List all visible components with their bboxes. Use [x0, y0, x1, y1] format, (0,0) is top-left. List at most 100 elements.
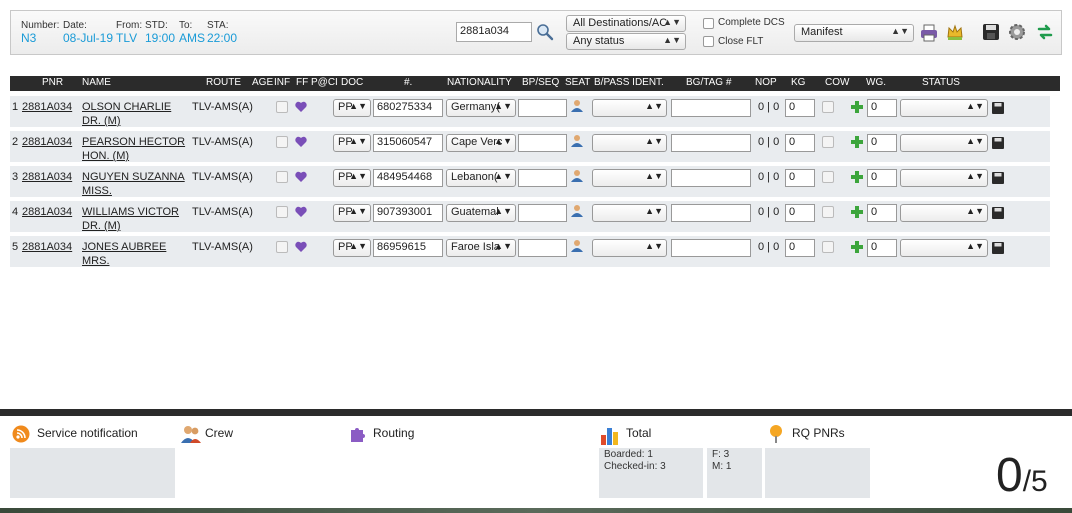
nationality-select[interactable]: Germany(▲▼	[446, 99, 516, 117]
printer-icon[interactable]	[919, 23, 939, 43]
bag-tag-input[interactable]	[671, 239, 751, 257]
bpass-ident-select[interactable]: ▲▼	[592, 204, 667, 222]
cow-checkbox[interactable]	[822, 136, 834, 148]
complete-dcs-checkbox[interactable]	[703, 18, 714, 29]
status-select[interactable]: ▲▼	[900, 239, 988, 257]
kg-input[interactable]: 0	[785, 204, 815, 222]
pnr-link[interactable]: 2881A034	[22, 171, 72, 183]
pnr-link[interactable]: 2881A034	[22, 101, 72, 113]
report-select[interactable]: Manifest ▲▼	[794, 24, 914, 42]
save-icon[interactable]	[991, 206, 1005, 220]
bpass-ident-select[interactable]: ▲▼	[592, 169, 667, 187]
bp-seq-input[interactable]	[518, 134, 567, 152]
gear-icon[interactable]	[1007, 22, 1027, 42]
infant-checkbox[interactable]	[276, 136, 288, 148]
pnr-link[interactable]: 2881A034	[22, 241, 72, 253]
plus-icon[interactable]	[850, 240, 864, 254]
bp-seq-input[interactable]	[518, 239, 567, 257]
pnr-link[interactable]: 2881A034	[22, 136, 72, 148]
destinations-select[interactable]: All Destinations/AC ▲▼	[566, 15, 686, 32]
save-icon[interactable]	[991, 171, 1005, 185]
infant-checkbox[interactable]	[276, 241, 288, 253]
bp-seq-input[interactable]	[518, 99, 567, 117]
heart-icon[interactable]	[294, 240, 308, 254]
passenger-name-link[interactable]: OLSON CHARLIE DR. (M)	[82, 100, 190, 128]
person-icon[interactable]	[570, 99, 584, 113]
nationality-select[interactable]: Faroe Isla ▲▼	[446, 239, 516, 257]
plus-icon[interactable]	[850, 135, 864, 149]
nationality-select[interactable]: Cape Verc ▲▼	[446, 134, 516, 152]
nop-value: 0 | 0	[758, 101, 780, 113]
kg-input[interactable]: 0	[785, 169, 815, 187]
status-select[interactable]: ▲▼	[900, 99, 988, 117]
person-icon[interactable]	[570, 169, 584, 183]
search-icon[interactable]	[536, 23, 554, 41]
doc-type-select[interactable]: PP ▲▼	[333, 204, 371, 222]
doc-number-input[interactable]: 907393001	[373, 204, 443, 222]
doc-number-input[interactable]: 315060547	[373, 134, 443, 152]
plus-icon[interactable]	[850, 170, 864, 184]
person-icon[interactable]	[570, 134, 584, 148]
bpass-ident-select[interactable]: ▲▼	[592, 239, 667, 257]
pnr-link[interactable]: 2881A034	[22, 206, 72, 218]
passenger-name-link[interactable]: JONES AUBREE MRS.	[82, 240, 190, 268]
infant-checkbox[interactable]	[276, 206, 288, 218]
status-select[interactable]: ▲▼	[900, 134, 988, 152]
complete-dcs-label: Complete DCS	[718, 17, 785, 28]
passenger-name-link[interactable]: WILLIAMS VICTOR DR. (M)	[82, 205, 190, 233]
cow-checkbox[interactable]	[822, 241, 834, 253]
close-flt-checkbox[interactable]	[703, 36, 714, 47]
bp-seq-input[interactable]	[518, 169, 567, 187]
save-icon[interactable]	[991, 136, 1005, 150]
save-icon[interactable]	[991, 101, 1005, 115]
bag-tag-input[interactable]	[671, 99, 751, 117]
doc-type-select[interactable]: PP ▲▼	[333, 239, 371, 257]
crown-icon[interactable]	[945, 22, 965, 42]
cow-checkbox[interactable]	[822, 101, 834, 113]
person-icon[interactable]	[570, 239, 584, 253]
save-icon[interactable]	[991, 241, 1005, 255]
passenger-name-link[interactable]: NGUYEN SUZANNA MISS.	[82, 170, 190, 198]
pnr-search-input[interactable]: 2881a034	[456, 22, 532, 42]
doc-type-select[interactable]: PP ▲▼	[333, 134, 371, 152]
crew-title: Crew	[205, 426, 234, 440]
status-select[interactable]: ▲▼	[900, 169, 988, 187]
infant-checkbox[interactable]	[276, 101, 288, 113]
infant-checkbox[interactable]	[276, 171, 288, 183]
bag-tag-input[interactable]	[671, 134, 751, 152]
weight-input[interactable]: 0	[867, 204, 897, 222]
status-filter-select[interactable]: Any status ▲▼	[566, 33, 686, 50]
heart-icon[interactable]	[294, 100, 308, 114]
weight-input[interactable]: 0	[867, 99, 897, 117]
doc-number-input[interactable]: 86959615	[373, 239, 443, 257]
weight-input[interactable]: 0	[867, 134, 897, 152]
kg-input[interactable]: 0	[785, 134, 815, 152]
plus-icon[interactable]	[850, 100, 864, 114]
bpass-ident-select[interactable]: ▲▼	[592, 134, 667, 152]
doc-type-select[interactable]: PP ▲▼	[333, 169, 371, 187]
refresh-icon[interactable]	[1035, 22, 1055, 42]
doc-number-input[interactable]: 680275334	[373, 99, 443, 117]
cow-checkbox[interactable]	[822, 206, 834, 218]
cow-checkbox[interactable]	[822, 171, 834, 183]
doc-type-select[interactable]: PP ▲▼	[333, 99, 371, 117]
heart-icon[interactable]	[294, 135, 308, 149]
person-icon[interactable]	[570, 204, 584, 218]
doc-number-input[interactable]: 484954468	[373, 169, 443, 187]
status-select[interactable]: ▲▼	[900, 204, 988, 222]
bag-tag-input[interactable]	[671, 169, 751, 187]
plus-icon[interactable]	[850, 205, 864, 219]
weight-input[interactable]: 0	[867, 239, 897, 257]
bpass-ident-select[interactable]: ▲▼	[592, 99, 667, 117]
kg-input[interactable]: 0	[785, 99, 815, 117]
heart-icon[interactable]	[294, 170, 308, 184]
passenger-name-link[interactable]: PEARSON HECTOR HON. (M)	[82, 135, 190, 163]
heart-icon[interactable]	[294, 205, 308, 219]
nationality-select[interactable]: Lebanon(▲▼	[446, 169, 516, 187]
bp-seq-input[interactable]	[518, 204, 567, 222]
nationality-select[interactable]: Guatemal ▲▼	[446, 204, 516, 222]
weight-input[interactable]: 0	[867, 169, 897, 187]
save-icon[interactable]	[981, 22, 1001, 42]
bag-tag-input[interactable]	[671, 204, 751, 222]
kg-input[interactable]: 0	[785, 239, 815, 257]
